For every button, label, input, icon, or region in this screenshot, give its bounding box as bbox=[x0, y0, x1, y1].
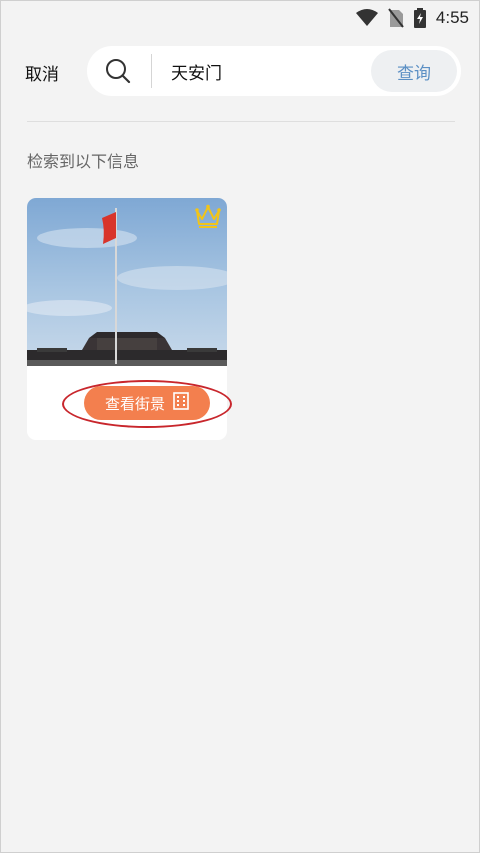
search-divider bbox=[151, 54, 152, 88]
crown-icon bbox=[195, 204, 221, 232]
app-screen: 4:55 取消 查询 检索到以下信息 bbox=[0, 0, 480, 853]
wifi-icon bbox=[355, 9, 378, 27]
query-button[interactable]: 查询 bbox=[371, 50, 457, 92]
section-divider bbox=[27, 121, 455, 122]
battery-charging-icon bbox=[413, 8, 426, 28]
search-icon[interactable] bbox=[105, 58, 131, 88]
search-input[interactable] bbox=[171, 59, 361, 83]
no-sim-icon bbox=[388, 8, 404, 28]
view-street-button[interactable]: 查看街景 bbox=[84, 386, 210, 420]
result-card[interactable]: 查看街景 bbox=[27, 198, 227, 440]
search-bar: 查询 bbox=[87, 46, 461, 96]
building-icon bbox=[173, 392, 189, 414]
status-bar: 4:55 bbox=[1, 1, 479, 35]
view-street-label: 查看街景 bbox=[104, 394, 165, 413]
status-time: 4:55 bbox=[435, 8, 469, 27]
result-heading: 检索到以下信息 bbox=[27, 152, 140, 171]
cancel-button[interactable]: 取消 bbox=[25, 60, 59, 85]
